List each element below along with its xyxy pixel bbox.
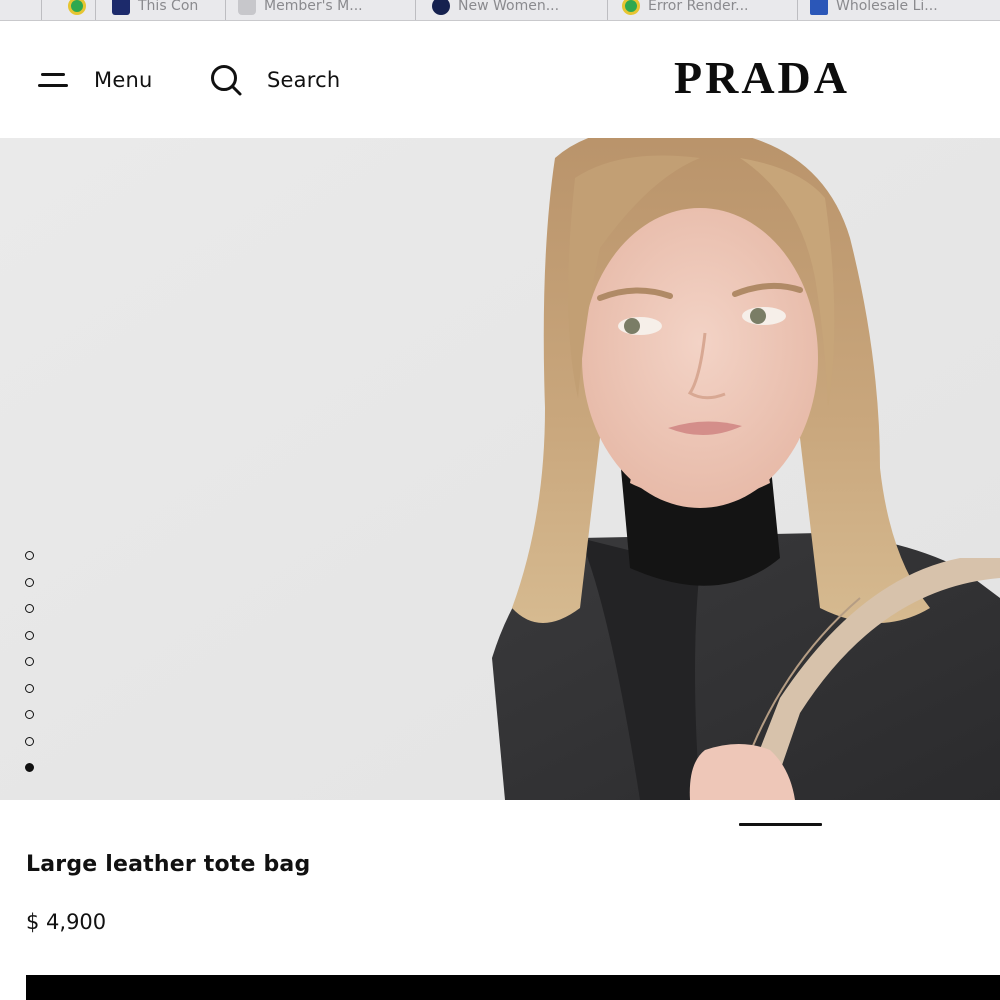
add-to-bag-button[interactable]	[26, 975, 1000, 1000]
gallery-dot[interactable]	[25, 736, 34, 746]
gallery-pagination	[25, 551, 37, 790]
product-photo	[0, 138, 1000, 800]
blue-b-icon	[810, 0, 828, 15]
bow-icon	[432, 0, 450, 15]
browser-tab[interactable]: This Con	[96, 0, 226, 20]
product-name: Large leather tote bag	[26, 852, 311, 877]
bow-icon	[112, 0, 130, 15]
browser-tab[interactable]: Member's M...	[226, 0, 416, 20]
brand-logo[interactable]: PRADA	[674, 55, 850, 101]
chrome-icon	[68, 0, 86, 15]
menu-label: Menu	[94, 68, 153, 92]
tab-title: This Con	[138, 0, 199, 14]
gallery-dot[interactable]	[25, 577, 34, 587]
browser-tab[interactable]: New Women...	[416, 0, 608, 20]
product-price: $ 4,900	[26, 910, 107, 934]
browser-tab[interactable]	[42, 0, 96, 20]
search-icon	[211, 65, 242, 96]
gallery-dot[interactable]	[25, 657, 34, 666]
tab-title: Wholesale Li...	[836, 0, 938, 14]
chrome-icon	[622, 0, 640, 15]
search-button[interactable]: Search	[209, 63, 340, 97]
browser-tab[interactable]	[0, 0, 42, 20]
browser-tab[interactable]: Wholesale Li...	[798, 0, 1000, 20]
tab-title: Error Render...	[648, 0, 749, 14]
generic-page-icon	[238, 0, 256, 15]
browser-tab[interactable]: Error Render...	[608, 0, 798, 20]
site-header: Menu Search PRADA	[0, 21, 1000, 138]
carousel-indicator	[739, 823, 822, 826]
gallery-dot[interactable]	[25, 604, 34, 613]
gallery-dot[interactable]	[25, 683, 34, 693]
browser-tab-strip: This Con Member's M... New Women... Erro…	[0, 0, 1000, 21]
menu-button[interactable]: Menu	[38, 63, 152, 97]
search-label: Search	[267, 68, 341, 92]
product-image-gallery[interactable]	[0, 138, 1000, 800]
gallery-dot[interactable]	[25, 630, 34, 640]
tab-title: Member's M...	[264, 0, 363, 14]
gallery-dot[interactable]	[25, 551, 34, 560]
gallery-dot-active[interactable]	[25, 763, 34, 772]
hamburger-icon	[38, 71, 68, 89]
gallery-dot[interactable]	[25, 710, 34, 719]
tab-title: New Women...	[458, 0, 560, 14]
